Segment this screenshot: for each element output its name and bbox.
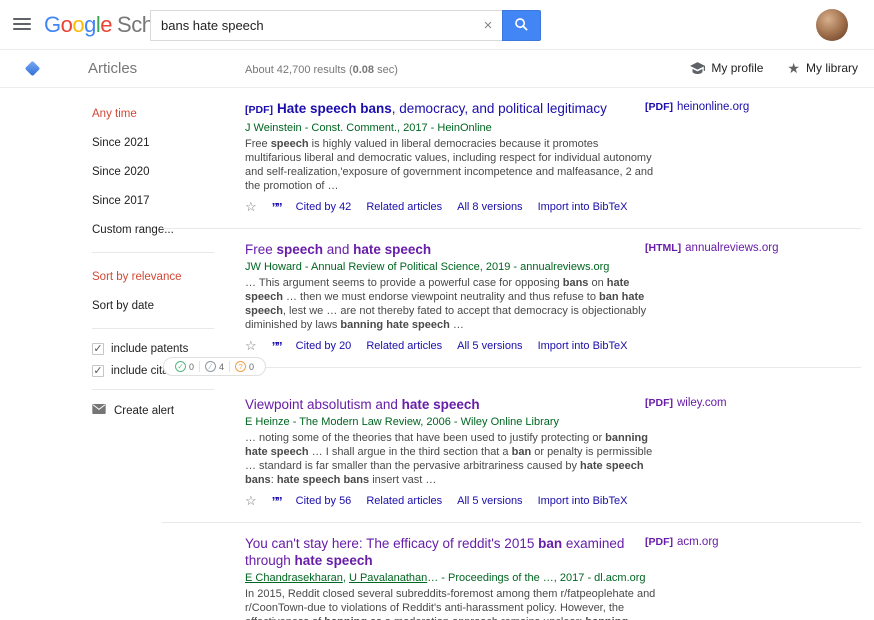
section-label: Articles — [88, 60, 137, 77]
result-title-link[interactable]: Hate speech bans, democracy, and politic… — [277, 101, 607, 116]
all-versions-link[interactable]: All 5 versions — [457, 340, 522, 352]
cited-by-link[interactable]: Cited by 42 — [296, 201, 352, 213]
mentioning-slash-icon: ∕ — [205, 361, 216, 372]
result-byline: J Weinstein - Const. Comment., 2017 - He… — [245, 122, 653, 134]
result-title-link[interactable]: You can't stay here: The efficacy of red… — [245, 536, 624, 568]
import-bibtex-link[interactable]: Import into BibTeX — [538, 340, 628, 352]
header: GoogleScholar × — [0, 0, 874, 50]
result-byline: JW Howard - Annual Review of Political S… — [245, 261, 653, 273]
graduation-cap-icon — [690, 62, 705, 74]
magnifier-icon — [514, 17, 529, 35]
result-snippet: … noting some of the theories that have … — [245, 431, 657, 487]
logo-letter: o — [61, 12, 73, 37]
result-snippet: … This argument seems to provide a power… — [245, 276, 657, 332]
envelope-icon — [92, 404, 106, 417]
my-profile-label: My profile — [711, 61, 763, 75]
fulltext-link[interactable]: [PDF] acm.org — [645, 536, 719, 548]
cite-quote-icon[interactable]: ”” — [272, 494, 281, 509]
cited-by-link[interactable]: Cited by 56 — [296, 495, 352, 507]
all-versions-link[interactable]: All 8 versions — [457, 201, 522, 213]
import-bibtex-link[interactable]: Import into BibTeX — [538, 495, 628, 507]
filetype-tag: [PDF] — [645, 397, 673, 409]
fulltext-domain[interactable]: acm.org — [677, 536, 719, 548]
library-star-icon: ★ — [787, 62, 800, 74]
my-library-label: My library — [806, 61, 858, 75]
supporting-check-icon: ✓ — [175, 361, 186, 372]
search-result-3: Viewpoint absolutism and hate speech E H… — [160, 384, 861, 522]
fulltext-domain[interactable]: wiley.com — [677, 397, 727, 409]
result-actions: ☆ ”” Cited by 42 Related articles All 8 … — [245, 199, 861, 215]
result-actions: ☆ ”” Cited by 56 Related articles All 5 … — [245, 493, 861, 509]
result-actions: ☆ ”” Cited by 20 Related articles All 5 … — [245, 338, 861, 354]
search-result-4: You can't stay here: The efficacy of red… — [160, 523, 861, 620]
fulltext-domain[interactable]: annualreviews.org — [685, 242, 778, 254]
logo-letter: e — [100, 12, 112, 37]
search-result-1: [PDF] Hate speech bans, democracy, and po… — [160, 88, 861, 228]
menu-icon[interactable] — [13, 18, 31, 31]
checkbox-checked-icon: ✓ — [92, 343, 104, 355]
contrasting-count: 0 — [249, 362, 254, 372]
save-star-icon[interactable]: ☆ — [245, 199, 257, 215]
result-title-link[interactable]: Viewpoint absolutism and hate speech — [245, 397, 480, 412]
result-snippet: In 2015, Reddit closed several subreddit… — [245, 587, 657, 620]
save-star-icon[interactable]: ☆ — [245, 338, 257, 354]
results-stats: About 42,700 results (0.08 sec) — [245, 64, 398, 76]
result-divider: ✓0 ∕4 ?0 — [162, 367, 861, 368]
save-star-icon[interactable]: ☆ — [245, 493, 257, 509]
result-snippet: Free speech is highly valued in liberal … — [245, 137, 657, 193]
my-profile-link[interactable]: My profile — [690, 61, 763, 75]
search-result-2: Free speech and hate speech JW Howard - … — [160, 229, 861, 367]
fulltext-link[interactable]: [PDF] wiley.com — [645, 397, 727, 409]
search-button[interactable] — [502, 10, 541, 41]
filetype-tag: [PDF] — [245, 104, 273, 116]
contrasting-question-icon: ? — [235, 361, 246, 372]
related-articles-link[interactable]: Related articles — [366, 201, 442, 213]
fulltext-link[interactable]: [PDF] heinonline.org — [645, 101, 749, 113]
clear-search-icon[interactable]: × — [480, 17, 496, 34]
fulltext-link[interactable]: [HTML] annualreviews.org — [645, 242, 779, 254]
cite-quote-icon[interactable]: ”” — [272, 200, 281, 215]
checkbox-checked-icon: ✓ — [92, 365, 104, 377]
search-box: × — [150, 10, 541, 41]
supporting-count: 0 — [189, 362, 194, 372]
filetype-tag: [HTML] — [645, 242, 681, 254]
scite-badge[interactable]: ✓0 ∕4 ?0 — [163, 357, 266, 376]
results-list: [PDF] Hate speech bans, democracy, and po… — [160, 88, 861, 620]
logo-letter: g — [84, 12, 96, 37]
result-title-link[interactable]: Free speech and hate speech — [245, 242, 431, 257]
related-articles-link[interactable]: Related articles — [366, 340, 442, 352]
related-articles-link[interactable]: Related articles — [366, 495, 442, 507]
account-avatar[interactable] — [816, 9, 848, 41]
all-versions-link[interactable]: All 5 versions — [457, 495, 522, 507]
mentioning-count: 4 — [219, 362, 224, 372]
result-byline: E Heinze - The Modern Law Review, 2006 -… — [245, 416, 653, 428]
search-input[interactable] — [150, 10, 502, 41]
logo-letter: o — [72, 12, 84, 37]
toolbar: Articles About 42,700 results (0.08 sec)… — [0, 50, 874, 88]
fulltext-domain[interactable]: heinonline.org — [677, 101, 749, 113]
cite-quote-icon[interactable]: ”” — [272, 339, 281, 354]
import-bibtex-link[interactable]: Import into BibTeX — [538, 201, 628, 213]
logo-letter: G — [44, 12, 61, 37]
result-byline: E Chandrasekharan, U Pavalanathan… - Pro… — [245, 572, 653, 584]
extension-gem-icon[interactable] — [25, 61, 41, 77]
cited-by-link[interactable]: Cited by 20 — [296, 340, 352, 352]
filetype-tag: [PDF] — [645, 536, 673, 548]
my-library-link[interactable]: ★ My library — [787, 61, 858, 75]
filetype-tag: [PDF] — [645, 101, 673, 113]
